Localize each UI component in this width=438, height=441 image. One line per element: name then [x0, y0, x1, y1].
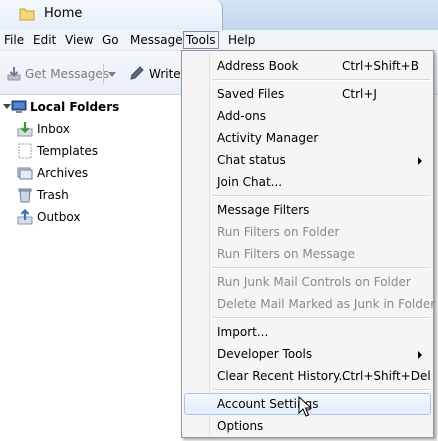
submenu-arrow-icon — [418, 157, 422, 165]
get-messages-button[interactable]: Get Messages — [25, 66, 109, 82]
menu-item-label: Message Filters — [217, 203, 310, 217]
download-icon — [7, 67, 21, 81]
menu-separator — [212, 389, 430, 391]
menu-item-developer-tools[interactable]: Developer Tools — [184, 343, 431, 365]
menu-item-label: Address Book — [217, 59, 299, 73]
mouse-cursor-icon — [298, 396, 312, 417]
folder-label: Inbox — [37, 122, 70, 136]
menu-separator — [212, 267, 430, 269]
menu-item-label: Run Junk Mail Controls on Folder — [217, 275, 411, 289]
menu-item-chat-status[interactable]: Chat status — [184, 149, 431, 171]
folder-trash[interactable]: Trash — [0, 185, 181, 205]
menu-item-run-junk-mail-controls[interactable]: Run Junk Mail Controls on Folder — [184, 271, 431, 293]
menu-item-saved-files[interactable]: Saved Files Ctrl+J — [184, 83, 431, 105]
folder-templates[interactable]: Templates — [0, 141, 181, 161]
menu-item-label: Activity Manager — [217, 131, 319, 145]
menu-item-shortcut: Ctrl+Shift+B — [342, 59, 419, 73]
menu-edit[interactable]: Edit — [31, 32, 58, 48]
folder-label: Templates — [37, 144, 99, 158]
menu-item-shortcut: Ctrl+J — [342, 87, 377, 101]
menu-separator — [212, 317, 430, 319]
templates-icon — [18, 143, 32, 159]
menu-item-import[interactable]: Import... — [184, 321, 431, 343]
menu-item-label: Delete Mail Marked as Junk in Folder — [217, 297, 436, 311]
submenu-arrow-icon — [418, 351, 422, 359]
menu-item-label: Run Filters on Folder — [217, 225, 340, 239]
menu-tools[interactable]: Tools — [183, 31, 219, 49]
folder-label: Trash — [37, 188, 69, 202]
menu-item-label: Join Chat... — [217, 175, 283, 189]
pencil-icon — [130, 66, 144, 80]
menu-item-join-chat[interactable]: Join Chat... — [184, 171, 431, 193]
menu-item-run-filters-on-message[interactable]: Run Filters on Message — [184, 243, 431, 265]
write-button[interactable]: Write — [149, 66, 181, 82]
menu-item-label: Developer Tools — [217, 347, 313, 361]
trash-icon — [18, 188, 32, 203]
computer-icon — [11, 100, 27, 113]
chevron-down-icon[interactable] — [108, 72, 116, 77]
menu-item-label: Import... — [217, 325, 269, 339]
menu-item-label: Add-ons — [217, 109, 266, 123]
menu-item-label: Saved Files — [217, 87, 285, 101]
tools-menu: Address Book Ctrl+Shift+B Saved Files Ct… — [181, 50, 435, 438]
menu-item-clear-recent-history[interactable]: Clear Recent History... Ctrl+Shift+Del — [184, 365, 431, 387]
folder-archives[interactable]: Archives — [0, 163, 181, 183]
title-bar: Home — [0, 0, 438, 31]
folder-icon — [19, 8, 35, 21]
menu-help[interactable]: Help — [226, 32, 257, 48]
folder-pane: Local Folders Inbox Templates Archives T… — [0, 95, 181, 441]
folder-inbox[interactable]: Inbox — [0, 119, 181, 139]
folder-label: Archives — [37, 166, 89, 180]
outbox-icon — [17, 209, 33, 225]
menu-item-run-filters-on-folder[interactable]: Run Filters on Folder — [184, 221, 431, 243]
menu-item-shortcut: Ctrl+Shift+Del — [342, 369, 431, 383]
toolbar-divider — [103, 64, 104, 84]
menu-item-address-book[interactable]: Address Book Ctrl+Shift+B — [184, 55, 431, 77]
menu-item-options[interactable]: Options — [184, 415, 431, 437]
message-pane-edge — [434, 95, 438, 441]
menu-message[interactable]: Message — [128, 32, 185, 48]
folder-label: Local Folders — [30, 100, 120, 114]
menu-file[interactable]: File — [2, 32, 26, 48]
folder-outbox[interactable]: Outbox — [0, 207, 181, 227]
menu-item-add-ons[interactable]: Add-ons — [184, 105, 431, 127]
menu-item-delete-junk-mail[interactable]: Delete Mail Marked as Junk in Folder — [184, 293, 435, 315]
menu-item-label: Run Filters on Message — [217, 247, 355, 261]
menu-go[interactable]: Go — [100, 32, 121, 48]
menu-view[interactable]: View — [63, 32, 95, 48]
twisty-icon[interactable] — [3, 104, 11, 109]
menu-item-message-filters[interactable]: Message Filters — [184, 199, 431, 221]
menu-separator — [212, 195, 430, 197]
tab-home[interactable]: Home — [0, 0, 223, 31]
archives-icon — [17, 167, 33, 180]
folder-label: Outbox — [37, 210, 81, 224]
menu-separator — [212, 79, 430, 81]
menu-item-activity-manager[interactable]: Activity Manager — [184, 127, 431, 149]
tab-title: Home — [44, 6, 83, 21]
menu-item-label: Options — [217, 419, 264, 433]
menu-item-label: Clear Recent History... — [217, 369, 350, 383]
menu-bar: File Edit View Go Message Tools Help — [0, 30, 438, 51]
menu-item-label: Chat status — [217, 153, 286, 167]
folder-local-folders[interactable]: Local Folders — [0, 97, 181, 117]
inbox-icon — [17, 122, 33, 137]
